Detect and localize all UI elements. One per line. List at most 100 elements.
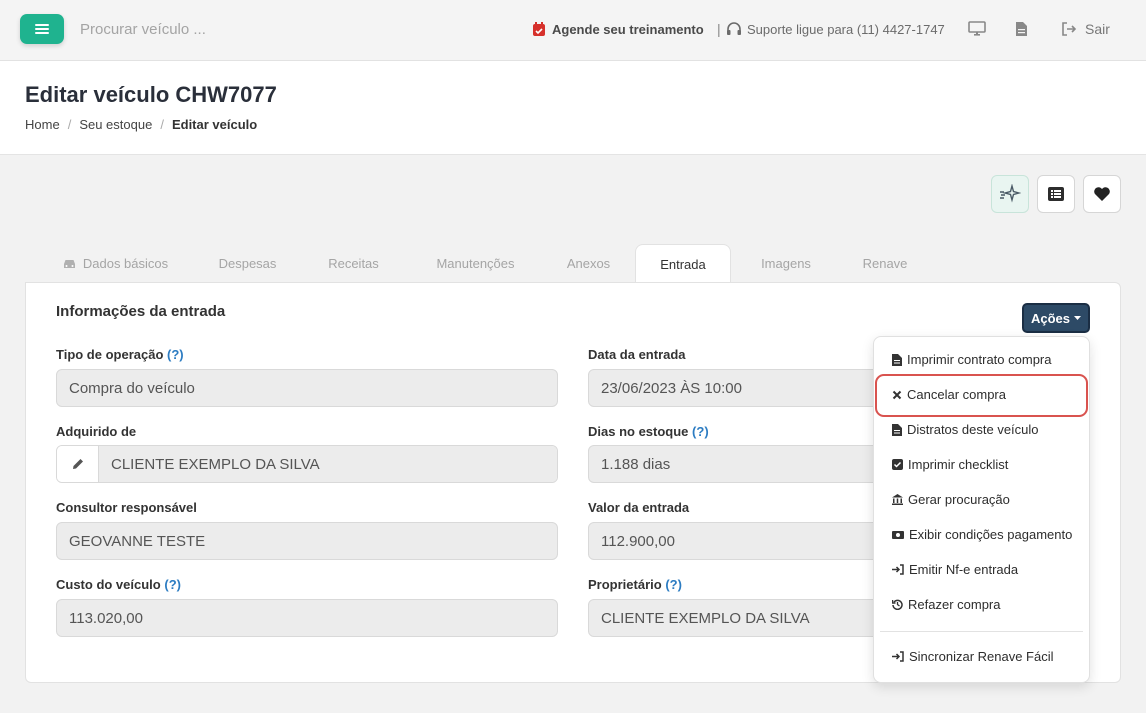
data-entrada-label: Data da entrada [588,347,686,362]
top-bar: Procurar veículo ... Agende seu treiname… [0,0,1146,61]
check-square-icon [892,459,903,470]
tab-anexos[interactable]: Anexos [551,244,626,283]
sign-in-icon [892,564,904,575]
desktop-button[interactable] [968,21,986,40]
money-icon [892,530,904,539]
tab-label: Manutenções [436,256,515,271]
tab-label: Renave [862,256,908,271]
menu-item-label: Cancelar compra [907,387,1006,402]
sparkle-icon [1000,184,1021,203]
breadcrumb-estoque[interactable]: Seu estoque [79,117,152,132]
menu-item-cancelar-compra[interactable]: Cancelar compra [892,387,1006,402]
tab-receitas[interactable]: Receitas [311,244,396,283]
breadcrumb-home[interactable]: Home [25,117,60,132]
consultor-field[interactable]: GEOVANNE TESTE [56,522,558,560]
tab-despesas[interactable]: Despesas [200,244,295,283]
label-text: Proprietário [588,577,662,592]
page-header: Editar veículo CHW7077 Home / Seu estoqu… [0,61,1146,155]
tab-renave[interactable]: Renave [841,244,929,283]
menu-item-emitir-nfe[interactable]: Emitir Nf-e entrada [892,562,1018,577]
help-link[interactable]: (?) [164,577,181,592]
document-button[interactable] [1015,21,1028,40]
label-text: Custo do veículo [56,577,161,592]
help-link[interactable]: (?) [692,424,709,439]
edit-button[interactable] [57,446,99,482]
ai-assistant-button[interactable] [991,175,1029,213]
acoes-label: Ações [1030,310,1071,326]
menu-divider [880,631,1083,632]
calendar-icon [533,22,545,36]
tab-label: Receitas [328,256,379,271]
menu-item-label: Refazer compra [908,597,1001,612]
tab-imagens[interactable]: Imagens [741,244,831,283]
adquirido-de-field[interactable]: CLIENTE EXEMPLO DA SILVA [56,445,558,483]
search-input[interactable]: Procurar veículo ... [80,21,206,38]
headset-icon [727,22,741,35]
menu-item-label: Imprimir checklist [908,457,1009,472]
sign-out-icon [1062,22,1077,36]
list-button[interactable] [1037,175,1075,213]
menu-item-exibir-condicoes[interactable]: Exibir condições pagamento [892,527,1072,542]
tipo-operacao-field[interactable]: Compra do veículo [56,369,558,407]
close-icon [892,390,902,399]
valor-entrada-label: Valor da entrada [588,500,690,515]
tab-label: Entrada [660,257,706,272]
car-icon [63,259,75,268]
favorite-button[interactable] [1083,175,1121,213]
suporte-info: Suporte ligue para (11) 4427-1747 [726,22,945,37]
dias-estoque-label: Dias no estoque (?) [588,424,709,439]
agende-treinamento-link[interactable]: Agende seu treinamento [532,22,704,37]
help-link[interactable]: (?) [665,577,682,592]
adquirido-de-value: CLIENTE EXEMPLO DA SILVA [99,446,557,482]
consultor-label: Consultor responsável [56,500,197,515]
hamburger-icon [35,24,49,34]
caret-down-icon [1074,315,1082,320]
menu-item-distratos[interactable]: Distratos deste veículo [892,422,1039,437]
tab-label: Dados básicos [82,256,169,271]
acoes-button[interactable]: Ações [1022,303,1090,333]
suporte-label: Suporte ligue para (11) 4427-1747 [747,22,945,37]
breadcrumb-separator: / [160,117,164,132]
separator: | [717,21,721,37]
menu-button[interactable] [20,14,64,44]
history-icon [892,599,903,610]
bank-icon [892,494,903,505]
file-icon [1016,22,1027,36]
menu-item-imprimir-checklist[interactable]: Imprimir checklist [892,457,1008,472]
sair-label: Sair [1085,21,1110,37]
file-icon [892,353,902,366]
breadcrumb: Home / Seu estoque / Editar veículo [25,117,257,132]
menu-item-imprimir-contrato[interactable]: Imprimir contrato compra [892,352,1051,367]
pencil-icon [72,459,83,469]
heart-icon [1094,187,1110,201]
section-title: Informações da entrada [56,303,226,320]
menu-item-gerar-procuracao[interactable]: Gerar procuração [892,492,1010,507]
custo-field[interactable]: 113.020,00 [56,599,558,637]
menu-item-label: Exibir condições pagamento [909,527,1073,542]
menu-item-label: Gerar procuração [908,492,1010,507]
menu-item-label: Imprimir contrato compra [907,352,1052,367]
label-text: Dias no estoque [588,424,689,439]
tab-manutencoes[interactable]: Manutenções [418,244,533,283]
label-text: Tipo de operação [56,347,164,362]
page-title: Editar veículo CHW7077 [25,82,277,107]
logout-button[interactable]: Sair [1061,21,1110,37]
breadcrumb-current: Editar veículo [171,117,258,132]
agende-label: Agende seu treinamento [552,22,704,37]
tab-dados-basicos[interactable]: Dados básicos [40,244,190,283]
file-icon [892,423,902,436]
menu-item-sincronizar-renave[interactable]: Sincronizar Renave Fácil [892,649,1054,664]
menu-item-label: Emitir Nf-e entrada [909,562,1019,577]
custo-label: Custo do veículo (?) [56,577,181,592]
help-link[interactable]: (?) [167,347,184,362]
proprietario-label: Proprietário (?) [588,577,682,592]
desktop-icon [968,21,986,36]
tab-label: Anexos [566,256,611,271]
breadcrumb-separator: / [67,117,72,132]
tipo-operacao-label: Tipo de operação (?) [56,347,184,362]
list-icon [1048,187,1064,201]
menu-item-refazer-compra[interactable]: Refazer compra [892,597,1000,612]
adquirido-de-label: Adquirido de [56,424,137,439]
tab-entrada[interactable]: Entrada [635,244,731,284]
menu-item-label: Sincronizar Renave Fácil [909,649,1054,664]
